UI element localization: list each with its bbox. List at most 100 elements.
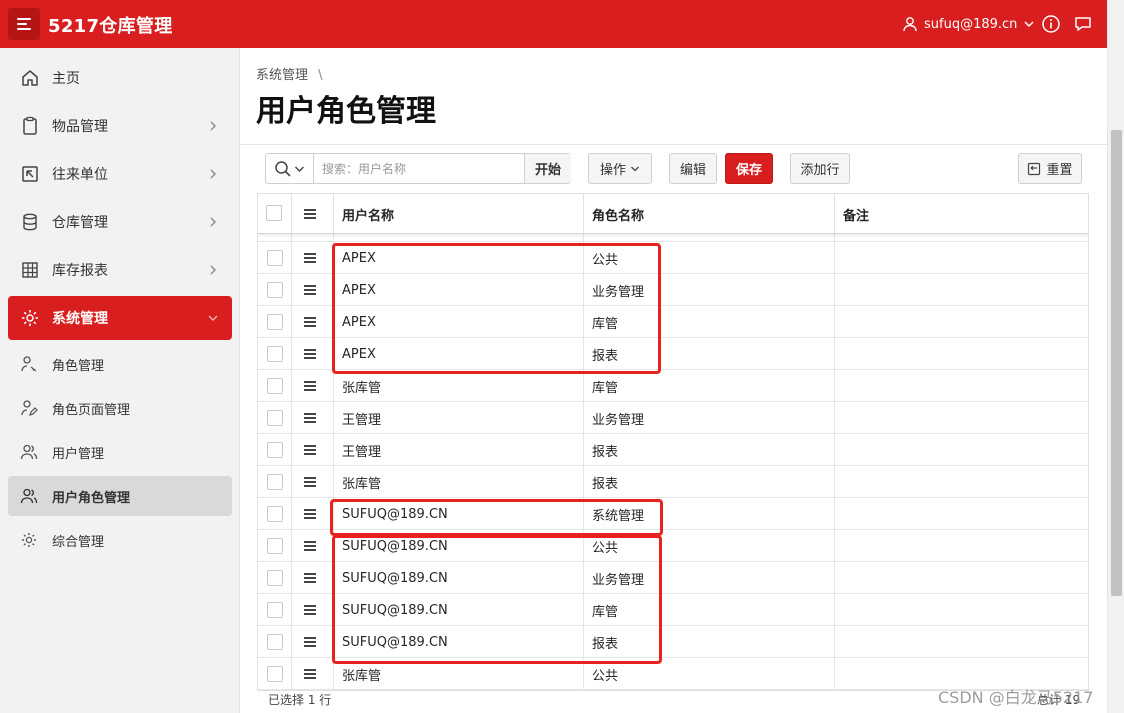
select-all-checkbox[interactable] — [266, 205, 282, 221]
table-row[interactable]: SUFUQ@189.CN 报表 — [258, 626, 1088, 658]
column-header-note[interactable]: 备注 — [835, 194, 1088, 234]
user-cell[interactable]: SUFUQ@189.CN — [334, 530, 584, 562]
table-row[interactable]: APEX 业务管理 — [258, 274, 1088, 306]
table-row[interactable]: SUFUQ@189.CN 公共 — [258, 530, 1088, 562]
user-cell[interactable]: APEX — [334, 338, 584, 370]
row-checkbox[interactable] — [267, 378, 283, 394]
row-menu-icon[interactable] — [304, 669, 316, 679]
sidebar-item-partners[interactable]: 往来单位 — [8, 152, 232, 196]
note-cell[interactable] — [835, 338, 1088, 370]
row-checkbox[interactable] — [267, 666, 283, 682]
row-menu-icon[interactable] — [304, 509, 316, 519]
table-row[interactable]: 王管理 报表 — [258, 434, 1088, 466]
role-cell[interactable]: 系统管理 — [584, 498, 835, 530]
note-cell[interactable] — [835, 626, 1088, 658]
note-cell[interactable] — [835, 530, 1088, 562]
chat-icon[interactable] — [1073, 14, 1093, 34]
page-scrollbar[interactable] — [1107, 0, 1124, 713]
role-cell[interactable]: 业务管理 — [584, 402, 835, 434]
role-cell[interactable]: 业务管理 — [584, 562, 835, 594]
save-button[interactable]: 保存 — [725, 153, 773, 184]
actions-menu-button[interactable]: 操作 — [588, 153, 652, 184]
role-cell[interactable]: 报表 — [584, 466, 835, 498]
user-menu[interactable]: sufuq@189.cn — [902, 14, 1035, 34]
row-checkbox[interactable] — [267, 634, 283, 650]
role-cell[interactable]: 报表 — [584, 338, 835, 370]
row-checkbox[interactable] — [267, 602, 283, 618]
row-menu-icon[interactable] — [304, 285, 316, 295]
menu-toggle-button[interactable] — [8, 8, 40, 40]
role-cell[interactable]: 报表 — [584, 626, 835, 658]
table-row[interactable]: SUFUQ@189.CN 系统管理 — [258, 498, 1088, 530]
user-cell[interactable]: APEX — [334, 242, 584, 274]
table-row[interactable]: APEX 库管 — [258, 306, 1088, 338]
info-icon[interactable] — [1041, 14, 1061, 34]
row-checkbox[interactable] — [267, 346, 283, 362]
row-checkbox[interactable] — [267, 538, 283, 554]
user-cell[interactable]: APEX — [334, 274, 584, 306]
user-cell[interactable]: SUFUQ@189.CN — [334, 626, 584, 658]
row-menu-icon[interactable] — [304, 541, 316, 551]
sidebar-subitem-user-role-management[interactable]: 用户角色管理 — [8, 476, 232, 516]
row-checkbox[interactable] — [267, 250, 283, 266]
breadcrumb-link-system[interactable]: 系统管理 — [256, 68, 308, 83]
table-row[interactable]: 王管理 业务管理 — [258, 402, 1088, 434]
note-cell[interactable] — [835, 402, 1088, 434]
row-menu-icon[interactable] — [304, 445, 316, 455]
role-cell[interactable]: 报表 — [584, 434, 835, 466]
user-cell[interactable]: 张库管 — [334, 370, 584, 402]
user-cell[interactable]: SUFUQ@189.CN — [334, 594, 584, 626]
table-row[interactable]: APEX 公共 — [258, 242, 1088, 274]
note-cell[interactable] — [835, 242, 1088, 274]
row-checkbox[interactable] — [267, 506, 283, 522]
scrollbar-thumb[interactable] — [1111, 130, 1122, 596]
sidebar-subitem-role-page-management[interactable]: 角色页面管理 — [8, 388, 232, 428]
note-cell[interactable] — [835, 274, 1088, 306]
role-cell[interactable]: 库管 — [584, 306, 835, 338]
user-cell[interactable]: 张库管 — [334, 658, 584, 690]
note-cell[interactable] — [835, 562, 1088, 594]
table-row[interactable]: APEX 报表 — [258, 338, 1088, 370]
note-cell[interactable] — [835, 306, 1088, 338]
row-menu-icon[interactable] — [304, 477, 316, 487]
row-menu-icon[interactable] — [304, 381, 316, 391]
column-header-user[interactable]: 用户名称 — [334, 194, 584, 234]
sidebar-item-home[interactable]: 主页 — [8, 56, 232, 100]
row-checkbox[interactable] — [267, 474, 283, 490]
row-menu-icon[interactable] — [304, 573, 316, 583]
edit-button[interactable]: 编辑 — [669, 153, 717, 184]
user-cell[interactable]: 王管理 — [334, 434, 584, 466]
row-checkbox[interactable] — [267, 570, 283, 586]
search-input[interactable] — [315, 154, 523, 183]
note-cell[interactable] — [835, 370, 1088, 402]
user-cell[interactable]: 张库管 — [334, 466, 584, 498]
row-checkbox[interactable] — [267, 314, 283, 330]
note-cell[interactable] — [835, 498, 1088, 530]
sidebar-item-warehouse[interactable]: 仓库管理 — [8, 200, 232, 244]
user-cell[interactable]: 王管理 — [334, 402, 584, 434]
sidebar-item-inventory-report[interactable]: 库存报表 — [8, 248, 232, 292]
role-cell[interactable]: 库管 — [584, 370, 835, 402]
row-menu-icon[interactable] — [304, 605, 316, 615]
row-checkbox[interactable] — [267, 442, 283, 458]
add-row-button[interactable]: 添加行 — [790, 153, 850, 184]
user-cell[interactable]: SUFUQ@189.CN — [334, 498, 584, 530]
row-menu-icon[interactable] — [304, 349, 316, 359]
search-column-selector[interactable] — [266, 154, 314, 183]
row-checkbox[interactable] — [267, 282, 283, 298]
table-row[interactable]: SUFUQ@189.CN 库管 — [258, 594, 1088, 626]
sidebar-subitem-user-management[interactable]: 用户管理 — [8, 432, 232, 472]
column-header-role[interactable]: 角色名称 — [584, 194, 835, 234]
sidebar-subitem-role-management[interactable]: 角色管理 — [8, 344, 232, 384]
app-title[interactable]: 5217仓库管理 — [48, 12, 173, 38]
note-cell[interactable] — [835, 466, 1088, 498]
row-menu-icon[interactable] — [304, 637, 316, 647]
note-cell[interactable] — [835, 434, 1088, 466]
user-cell[interactable]: SUFUQ@189.CN — [334, 562, 584, 594]
role-cell[interactable]: 公共 — [584, 242, 835, 274]
role-cell[interactable]: 库管 — [584, 594, 835, 626]
table-row[interactable]: 张库管 报表 — [258, 466, 1088, 498]
row-menu-icon[interactable] — [304, 317, 316, 327]
note-cell[interactable] — [835, 594, 1088, 626]
role-cell[interactable]: 公共 — [584, 658, 835, 690]
